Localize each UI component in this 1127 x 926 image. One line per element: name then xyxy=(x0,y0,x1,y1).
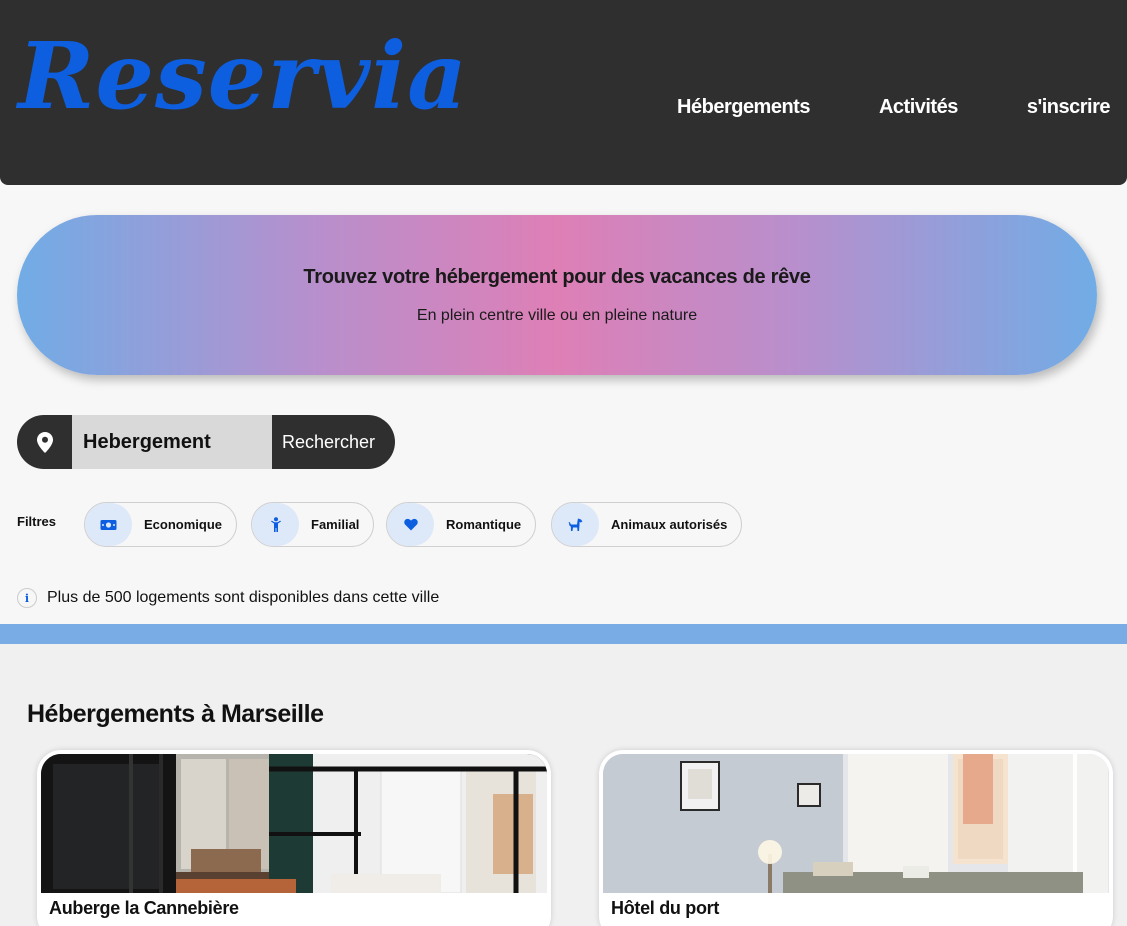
filter-romantique[interactable]: Romantique xyxy=(386,502,537,547)
filter-label: Familial xyxy=(311,517,360,532)
money-icon xyxy=(85,503,132,546)
search-input[interactable] xyxy=(72,415,272,469)
search-bar: Rechercher xyxy=(17,415,395,469)
hero-subtitle: En plein centre ville ou en pleine natur… xyxy=(416,307,698,324)
filters-label: Filtres xyxy=(17,514,57,529)
hero-title: Trouvez votre hébergement pour des vacan… xyxy=(303,266,811,288)
listing-card[interactable]: Auberge la Cannebière xyxy=(37,750,551,926)
info-text: Plus de 500 logements sont disponibles d… xyxy=(47,589,440,606)
site-header: Reservia Hébergements Activités s'inscri… xyxy=(0,0,1127,185)
filter-label: Economique xyxy=(144,517,223,532)
location-pin-icon xyxy=(17,415,72,469)
nav-sinscrire[interactable]: s'inscrire xyxy=(1027,96,1111,119)
listing-photo xyxy=(41,754,547,893)
dog-icon xyxy=(552,503,599,546)
filter-economique[interactable]: Economique xyxy=(84,502,238,547)
listing-photo xyxy=(603,754,1109,893)
filter-animaux-autorises[interactable]: Animaux autorisés xyxy=(551,502,743,547)
divider-band xyxy=(0,624,1127,644)
listing-card[interactable]: Hôtel du port xyxy=(599,750,1113,926)
nav-hebergements[interactable]: Hébergements xyxy=(677,96,810,119)
filter-label: Romantique xyxy=(446,517,522,532)
info-message: i Plus de 500 logements sont disponibles… xyxy=(17,588,439,608)
filter-familial[interactable]: Familial xyxy=(251,502,375,547)
main-nav: Hébergements Activités s'inscrire xyxy=(677,96,1110,119)
child-icon xyxy=(252,503,299,546)
reservia-logo[interactable]: Reservia xyxy=(18,22,468,130)
listing-name: Hôtel du port xyxy=(611,898,720,918)
info-icon: i xyxy=(17,588,37,608)
section-title: Hébergements à Marseille xyxy=(27,700,324,728)
hero-banner: Trouvez votre hébergement pour des vacan… xyxy=(17,215,1097,375)
nav-activites[interactable]: Activités xyxy=(879,96,958,119)
listing-name: Auberge la Cannebière xyxy=(49,898,239,918)
filter-label: Animaux autorisés xyxy=(611,517,728,532)
heart-icon xyxy=(387,503,434,546)
search-button[interactable]: Rechercher xyxy=(272,415,395,469)
